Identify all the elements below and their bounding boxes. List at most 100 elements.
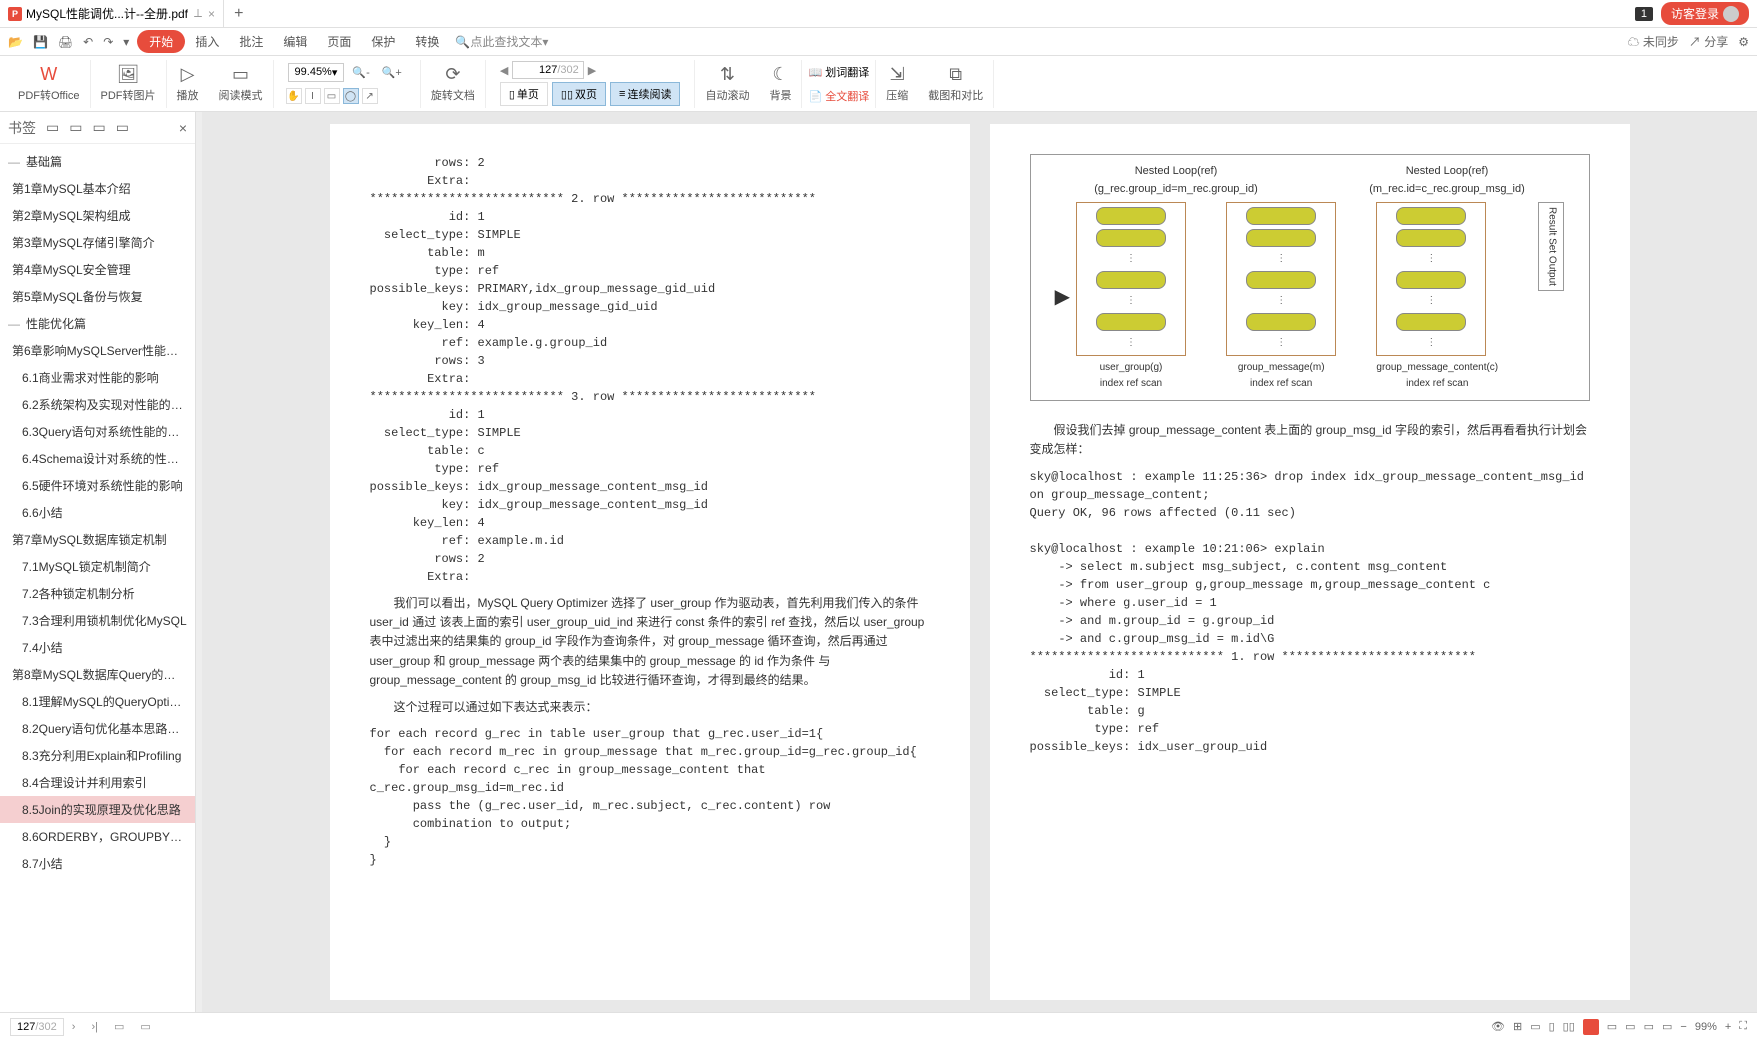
layout-icon-2[interactable]: ▯ — [1549, 1020, 1555, 1033]
outline-item[interactable]: 8.5Join的实现原理及优化思路 — [0, 796, 195, 823]
auto-scroll-button[interactable]: ⇅ 自动滚动 — [695, 60, 759, 108]
outline-item[interactable]: 8.3充分利用Explain和Profiling — [0, 742, 195, 769]
outline-item[interactable]: 第4章MySQL安全管理 — [0, 256, 195, 283]
redo-icon[interactable]: ↷ — [103, 35, 113, 49]
compress-button[interactable]: ⇲ 压缩 — [876, 60, 918, 108]
double-page-button[interactable]: ▯▯ 双页 — [552, 82, 606, 106]
zoom-in-icon[interactable]: 🔍+ — [378, 66, 406, 79]
status-view-icon-2[interactable]: ▭ — [132, 1020, 158, 1033]
close-icon[interactable]: × — [208, 7, 215, 21]
menu-page[interactable]: 页面 — [317, 29, 361, 54]
sidebar-icon-2[interactable]: ▭ — [69, 119, 82, 136]
next-page-icon[interactable]: ▶ — [588, 64, 596, 77]
sidebar-icon-4[interactable]: ▭ — [116, 119, 129, 136]
menu-comment[interactable]: 批注 — [229, 29, 273, 54]
single-page-button[interactable]: ▯ 单页 — [500, 82, 548, 106]
menu-start[interactable]: 开始 — [137, 30, 185, 53]
read-mode-button[interactable]: ▭ 阅读模式 — [209, 60, 274, 108]
continuous-button[interactable]: ≡ 连续阅读 — [610, 82, 680, 106]
document-tab[interactable]: P MySQL性能调优...计--全册.pdf ⟂ × — [0, 0, 224, 28]
tool-icon-2[interactable]: ▭ — [1625, 1020, 1635, 1033]
tool-icon-1[interactable]: ▭ — [1607, 1020, 1617, 1033]
outline-item[interactable]: 6.2系统架构及实现对性能的影响 — [0, 391, 195, 418]
new-tab-button[interactable]: + — [224, 5, 253, 23]
outline-item[interactable]: 基础篇 — [0, 148, 195, 175]
outline-item[interactable]: 8.1理解MySQL的QueryOptimizer — [0, 688, 195, 715]
outline-item[interactable]: 8.2Query语句优化基本思路和原则 — [0, 715, 195, 742]
page-input-box[interactable]: /302 — [512, 61, 583, 79]
share-button[interactable]: ↗ 分享 — [1689, 33, 1728, 50]
undo-icon[interactable]: ↶ — [83, 35, 93, 49]
page-number-input[interactable] — [517, 64, 557, 76]
zoom-selector[interactable]: 99.45% ▾ — [288, 63, 345, 82]
play-button[interactable]: ▷ 播放 — [167, 60, 209, 108]
guest-login-button[interactable]: 访客登录 — [1661, 2, 1749, 25]
outline-item[interactable]: 第7章MySQL数据库锁定机制 — [0, 526, 195, 553]
pdf-to-office-button[interactable]: W PDF转Office — [8, 60, 91, 108]
outline-item[interactable]: 6.4Schema设计对系统的性能影响 — [0, 445, 195, 472]
arrow-tool-icon[interactable]: ↗ — [362, 88, 378, 104]
outline-item[interactable]: 8.6ORDERBY，GROUPBY和DISTINCT优化 — [0, 823, 195, 850]
outline-item[interactable]: 6.5硬件环境对系统性能的影响 — [0, 472, 195, 499]
sidebar-close-icon[interactable]: × — [179, 120, 187, 136]
outline-item[interactable]: 第2章MySQL架构组成 — [0, 202, 195, 229]
save-icon[interactable]: 💾 — [33, 35, 48, 49]
sidebar-icon-3[interactable]: ▭ — [92, 119, 105, 136]
status-page-box[interactable]: 127/302 — [10, 1018, 64, 1036]
notification-badge[interactable]: 1 — [1635, 7, 1653, 21]
menu-convert[interactable]: 转换 — [405, 29, 449, 54]
settings-icon[interactable]: ⚙ — [1738, 35, 1749, 49]
zoom-in-status[interactable]: + — [1725, 1021, 1731, 1033]
zoom-out-status[interactable]: − — [1680, 1021, 1686, 1033]
outline-item[interactable]: 8.4合理设计并利用索引 — [0, 769, 195, 796]
outline-item[interactable]: 7.2各种锁定机制分析 — [0, 580, 195, 607]
outline-item[interactable]: 第5章MySQL备份与恢复 — [0, 283, 195, 310]
pin-icon[interactable]: ⟂ — [194, 6, 202, 21]
menu-edit[interactable]: 编辑 — [273, 29, 317, 54]
outline-item[interactable]: 7.4小结 — [0, 634, 195, 661]
crop-compare-button[interactable]: ⧉ 截图和对比 — [918, 60, 994, 108]
marquee-tool-icon[interactable]: ▭ — [324, 88, 340, 104]
menu-protect[interactable]: 保护 — [361, 29, 405, 54]
sync-status[interactable]: ☁ 未同步 — [1628, 33, 1679, 50]
search-box[interactable]: 🔍 点此查找文本 ▾ — [455, 33, 548, 50]
outline-item[interactable]: 7.3合理利用锁机制优化MySQL — [0, 607, 195, 634]
fullscreen-icon[interactable]: ⛶ — [1739, 1020, 1747, 1033]
prev-page-icon[interactable]: ◀ — [500, 64, 508, 77]
select-tool-icon[interactable]: I — [305, 88, 321, 104]
print-icon[interactable]: 🖨 — [58, 35, 73, 49]
open-icon[interactable]: 📂 — [8, 35, 23, 49]
sidebar-icon-1[interactable]: ▭ — [46, 119, 59, 136]
outline-item[interactable]: 第8章MySQL数据库Query的优化 — [0, 661, 195, 688]
background-button[interactable]: ☾ 背景 — [759, 60, 802, 108]
word-translate-button[interactable]: 📖 划词翻译 — [808, 64, 869, 80]
rotate-button[interactable]: ⟳ 旋转文档 — [421, 60, 486, 108]
outline-item[interactable]: 7.1MySQL锁定机制简介 — [0, 553, 195, 580]
full-translate-button[interactable]: 📄 全文翻译 — [808, 88, 869, 104]
outline-item[interactable]: 6.3Query语句对系统性能的影响 — [0, 418, 195, 445]
outline-item[interactable]: 第6章影响MySQLServer性能的相关因素 — [0, 337, 195, 364]
outline-item[interactable]: 6.6小结 — [0, 499, 195, 526]
tool-icon-4[interactable]: ▭ — [1662, 1020, 1672, 1033]
outline-item[interactable]: 8.7小结 — [0, 850, 195, 877]
status-view-icon-1[interactable]: ▭ — [106, 1020, 132, 1033]
status-next-icon[interactable]: › — [64, 1021, 84, 1033]
eye-icon[interactable]: 👁 — [1491, 1020, 1505, 1033]
bookmark-tab[interactable]: 书签 — [8, 118, 36, 138]
layout-icon-1[interactable]: ▭ — [1530, 1020, 1540, 1033]
hand-tool-icon[interactable]: ✋ — [286, 88, 302, 104]
menu-insert[interactable]: 插入 — [185, 29, 229, 54]
outline-item[interactable]: 性能优化篇 — [0, 310, 195, 337]
zoom-out-icon[interactable]: 🔍- — [348, 66, 373, 79]
layout-icon-3[interactable]: ▯▯ — [1563, 1020, 1575, 1033]
outline-item[interactable]: 6.1商业需求对性能的影响 — [0, 364, 195, 391]
record-icon[interactable] — [1583, 1019, 1599, 1035]
more-icon[interactable]: ▾ — [123, 35, 129, 49]
outline-item[interactable]: 第3章MySQL存储引擎简介 — [0, 229, 195, 256]
outline-item[interactable]: 第1章MySQL基本介绍 — [0, 175, 195, 202]
status-last-icon[interactable]: ›| — [83, 1021, 106, 1033]
shape-tool-icon[interactable]: ◯ — [343, 88, 359, 104]
tool-icon-3[interactable]: ▭ — [1644, 1020, 1654, 1033]
pdf-to-image-button[interactable]: 🖼 PDF转图片 — [91, 60, 167, 108]
grid-icon[interactable]: ⊞ — [1513, 1020, 1522, 1033]
